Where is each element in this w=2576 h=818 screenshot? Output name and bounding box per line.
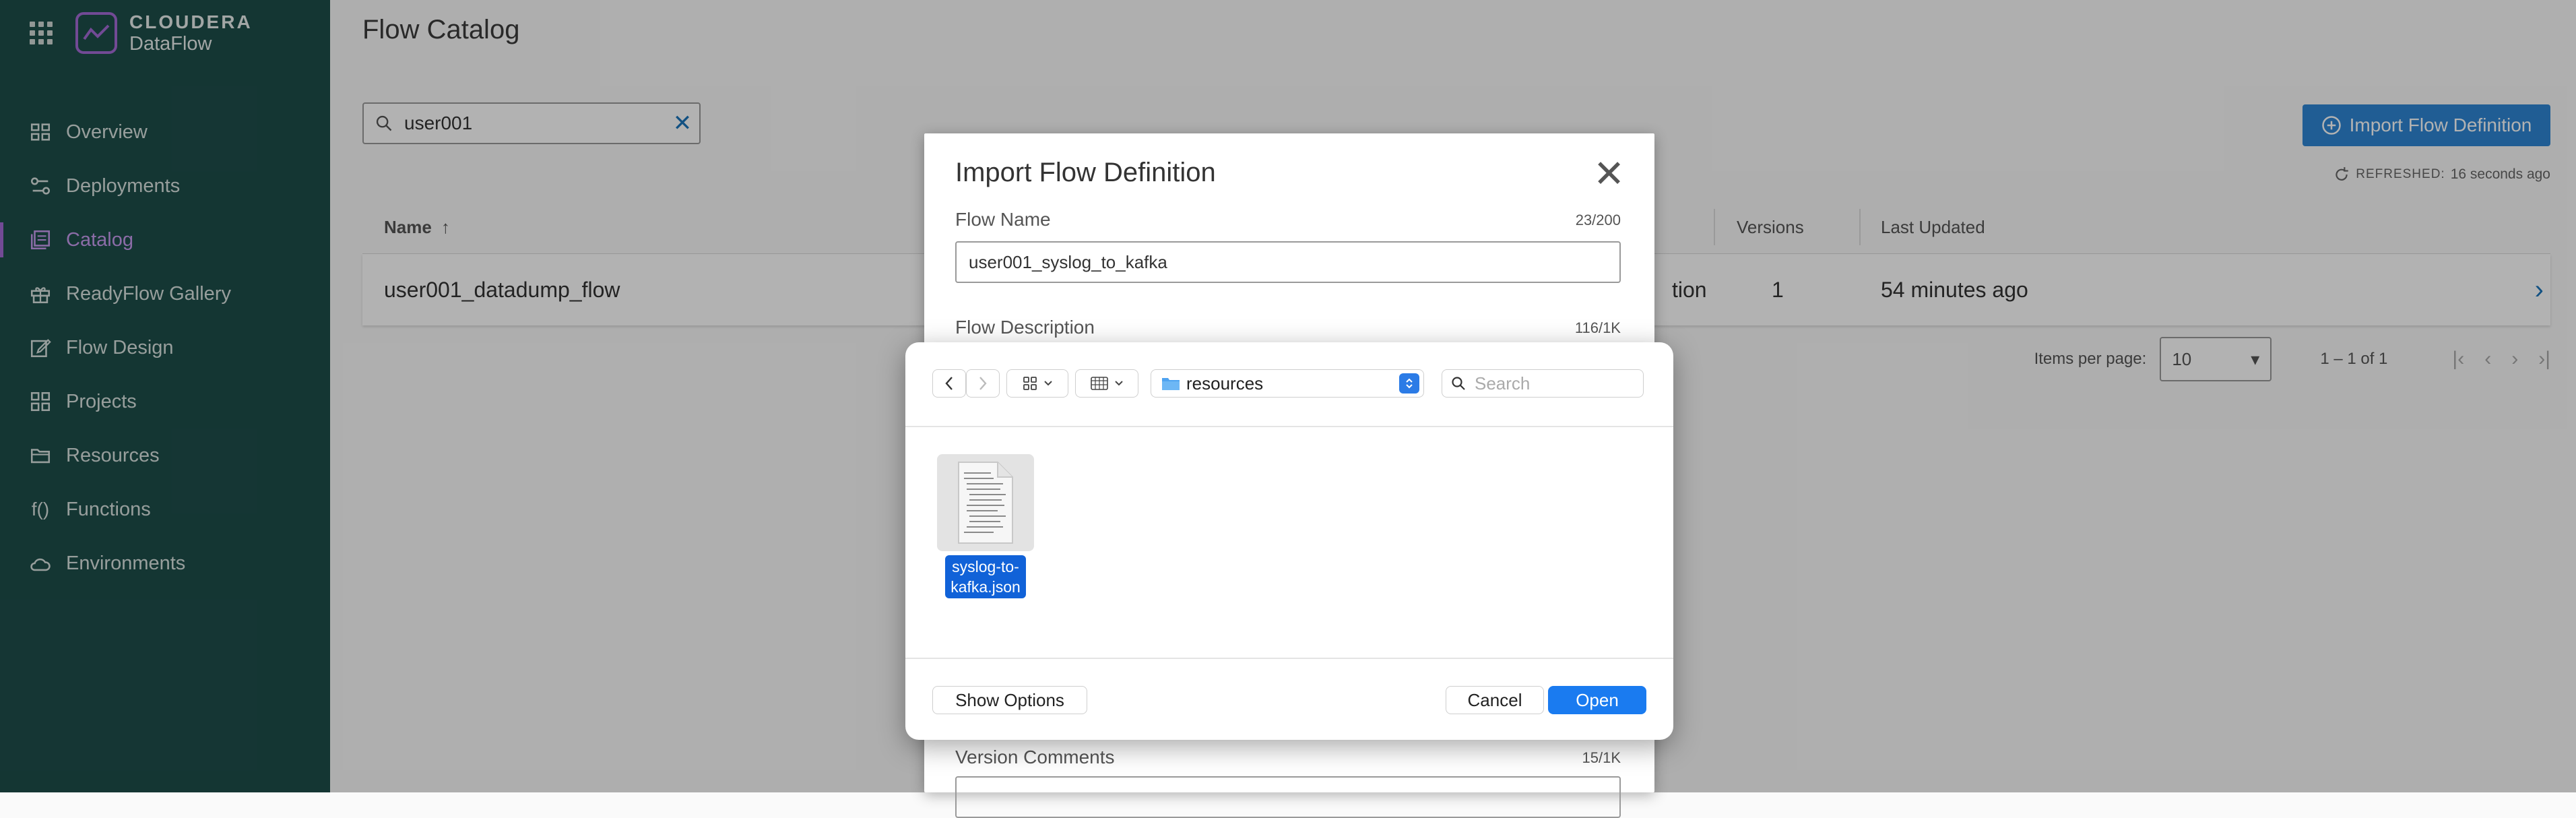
search-icon [1450, 375, 1467, 391]
chevron-left-icon [945, 377, 953, 390]
folder-icon [1162, 378, 1180, 390]
grid-view-icon [1023, 377, 1037, 390]
group-view-button[interactable] [1075, 369, 1138, 398]
location-label: resources [1186, 373, 1264, 394]
close-icon[interactable]: ✕ [1593, 155, 1625, 193]
version-comments-counter: 15/1K [1582, 749, 1621, 766]
chevron-down-icon [1115, 381, 1123, 386]
json-file-icon [937, 454, 1034, 551]
forward-button[interactable] [966, 369, 1000, 398]
modal-title: Import Flow Definition [955, 158, 1216, 187]
file-dialog-toolbar: resources Search [905, 342, 1673, 427]
app-root: CLOUDERA DataFlow Overview Deployments C… [0, 0, 2576, 818]
flow-description-counter: 116/1K [1574, 319, 1621, 336]
back-button[interactable] [932, 369, 966, 398]
icon-view-button[interactable] [1006, 369, 1068, 398]
file-search-input[interactable]: Search [1442, 369, 1644, 398]
updown-chevron-icon [1399, 373, 1419, 394]
version-comments-label: Version Comments [955, 747, 1115, 767]
flow-description-label: Flow Description [955, 317, 1095, 338]
cancel-button[interactable]: Cancel [1446, 686, 1544, 714]
open-button[interactable]: Open [1548, 686, 1646, 714]
file-open-dialog: resources Search syslog-to- kafka.json S… [905, 342, 1673, 740]
flow-name-field[interactable]: user001_syslog_to_kafka [955, 241, 1621, 283]
file-dialog-footer: Show Options Cancel Open [905, 658, 1673, 740]
file-search-placeholder: Search [1475, 373, 1531, 394]
flow-name-counter: 23/200 [1575, 212, 1621, 228]
file-name-line2: kafka.json [951, 578, 1021, 596]
show-options-button[interactable]: Show Options [932, 686, 1087, 714]
flow-name-value: user001_syslog_to_kafka [969, 251, 1167, 272]
location-select[interactable]: resources [1151, 369, 1424, 398]
chevron-down-icon [1044, 381, 1052, 386]
flow-name-label: Flow Name [955, 209, 1051, 230]
file-item[interactable]: syslog-to- kafka.json [935, 454, 1036, 598]
group-grid-icon [1091, 377, 1108, 390]
version-comments-field[interactable] [955, 776, 1621, 818]
file-name-line1: syslog-to- [952, 558, 1019, 575]
chevron-right-icon [979, 377, 987, 390]
file-name-label: syslog-to- kafka.json [945, 555, 1026, 598]
